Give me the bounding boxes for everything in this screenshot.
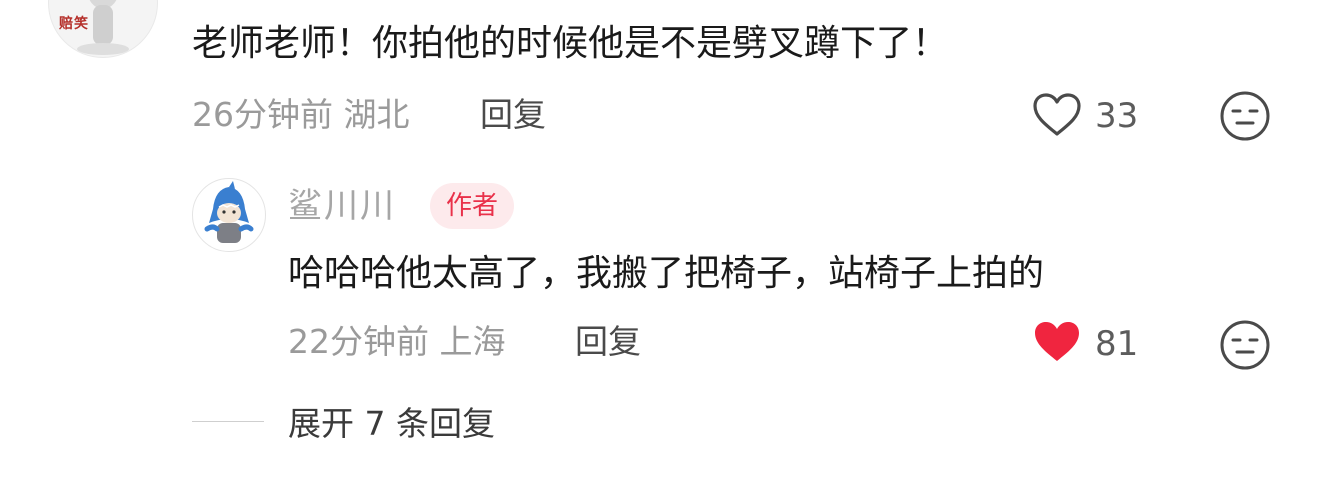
- author-name[interactable]: 鲨川川: [288, 186, 396, 226]
- avatar-tag: 赔笑: [59, 16, 89, 32]
- reply-like-count: 81: [1095, 324, 1139, 364]
- meh-face-icon[interactable]: [1219, 90, 1271, 142]
- heart-outline-icon[interactable]: [1032, 92, 1082, 138]
- commenter-avatar[interactable]: 赔笑: [48, 0, 158, 58]
- expand-replies-button[interactable]: 展开 7 条回复: [288, 404, 495, 444]
- comment-text: 老师老师！你拍他的时候他是不是劈叉蹲下了！: [192, 23, 949, 64]
- shark-costume-image: [204, 181, 254, 243]
- reply-text: 哈哈哈他太高了，我搬了把椅子，站椅子上拍的: [288, 253, 1045, 294]
- comment-time: 26分钟前: [192, 95, 333, 134]
- reply-location: 上海: [439, 322, 506, 361]
- reply-button[interactable]: 回复: [480, 95, 546, 135]
- like-count: 33: [1095, 96, 1139, 136]
- reply-time: 22分钟前: [288, 322, 429, 361]
- heart-filled-icon[interactable]: [1032, 319, 1082, 365]
- reply-meta: 22分钟前 上海: [288, 322, 506, 362]
- reply-to-reply-button[interactable]: 回复: [575, 322, 641, 362]
- comment-meta: 26分钟前 湖北: [192, 95, 410, 135]
- comment-location: 湖北: [343, 95, 410, 134]
- expand-divider: [192, 421, 264, 422]
- author-avatar[interactable]: [192, 178, 266, 252]
- meh-face-icon[interactable]: [1219, 319, 1271, 371]
- author-badge: 作者: [430, 183, 515, 229]
